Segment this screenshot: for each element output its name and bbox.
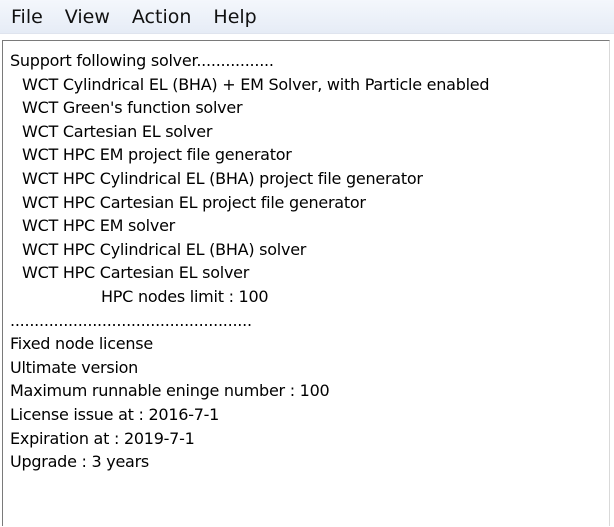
solver-item: WCT HPC Cylindrical EL (BHA) project fil… [22,168,423,188]
solver-item: WCT HPC Cartesian EL project file genera… [22,192,366,212]
solver-item: WCT Cartesian EL solver [22,121,213,141]
license-text-area[interactable]: Support following solver................… [2,40,610,526]
menu-file[interactable]: File [4,0,54,34]
solver-item: WCT HPC EM solver [22,216,175,236]
menu-help[interactable]: Help [202,0,267,34]
max-engine-number: Maximum runnable eninge number : 100 [10,381,330,401]
menu-action[interactable]: Action [121,0,203,34]
menu-bar: File View Action Help [0,0,614,34]
menu-view[interactable]: View [54,0,121,34]
dotted-separator: ........................................… [10,310,252,330]
solver-item: WCT HPC EM project file generator [22,145,292,165]
license-expiration-date: Expiration at : 2019-7-1 [10,428,195,448]
upgrade-period: Upgrade : 3 years [10,452,150,472]
solver-item: WCT Green's function solver [22,98,243,118]
license-version: Ultimate version [10,357,139,377]
license-issue-date: License issue at : 2016-7-1 [10,404,220,424]
license-info-window: File View Action Help Support following … [0,0,614,527]
hpc-nodes-limit: HPC nodes limit : 100 [101,286,269,306]
solver-item: WCT HPC Cartesian EL solver [22,263,250,283]
solver-item: WCT Cylindrical EL (BHA) + EM Solver, wi… [22,74,490,94]
solver-item: WCT HPC Cylindrical EL (BHA) solver [22,239,307,259]
supported-solvers-heading: Support following solver................ [10,51,274,70]
license-type: Fixed node license [10,334,153,354]
